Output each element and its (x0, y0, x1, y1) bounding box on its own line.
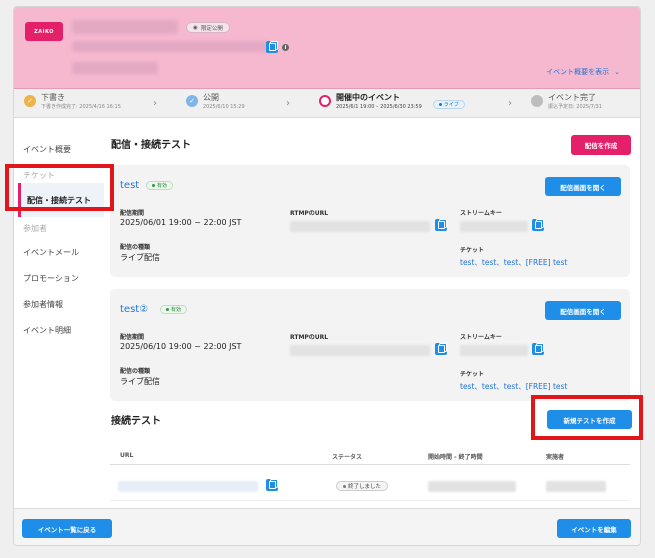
info-icon[interactable]: i (282, 44, 289, 51)
create-stream-button[interactable]: 配信を作成 (571, 135, 631, 155)
stream-key-label: ストリームキー (460, 334, 502, 341)
edit-event-button[interactable]: イベントを編集 (557, 519, 631, 538)
sidebar-item-statement[interactable]: イベント明細 (23, 325, 71, 336)
check-icon: ✓ (186, 95, 198, 107)
test-time-redacted (428, 481, 516, 492)
pending-icon (531, 95, 543, 107)
highlight-box-sidebar (5, 164, 114, 211)
status-badge: 有効 (146, 181, 174, 190)
period-label: 配信期間 (120, 334, 145, 341)
copy-test-url-button[interactable] (266, 479, 278, 491)
step-live-sub: 2025/6/1 19:00 – 2025/6/30 23:59 (336, 104, 422, 110)
step-complete-sub: 振込予定日: 2025/7/31 (548, 104, 602, 110)
type-value: ライブ配信 (120, 377, 160, 386)
rtmp-label: RTMPのURL (290, 210, 329, 217)
copy-key-button[interactable] (532, 219, 544, 231)
step-draft: ✓ 下書き 下書き作成完了: 2025/4/16 16:15 (24, 92, 121, 111)
page-title: 配信・接続テスト (111, 140, 191, 151)
step-publish: ✓ 公開 2025/6/10 15:29 (186, 92, 245, 111)
ticket-links[interactable]: test、test、test、[FREE] test (460, 381, 567, 392)
page-footer: イベント一覧に戻る イベントを編集 (14, 508, 640, 545)
chevron-down-icon: ⌄ (614, 68, 620, 76)
type-label: 配信の種類 (120, 244, 151, 251)
stream-panel: test 有効 配信画面を開く 配信期間 2025/06/01 19:00 ~ … (110, 165, 630, 277)
stream-key-redacted (460, 221, 528, 232)
open-stream-button[interactable]: 配信画面を開く (545, 301, 621, 320)
event-meta-redacted (72, 62, 158, 74)
type-value: ライブ配信 (120, 253, 160, 262)
stream-name-link[interactable]: test (120, 180, 139, 191)
copy-rtmp-button[interactable] (435, 343, 447, 355)
event-header: ZAIKO ◉ 限定公開 i イベント概要を表示 ⌄ (14, 7, 640, 89)
step-live-title: 開催中のイベント (336, 93, 400, 102)
highlight-box-new-test (531, 395, 643, 440)
step-live: 開催中のイベント 2025/6/1 19:00 – 2025/6/30 23:5… (319, 92, 465, 111)
sidebar-item-overview[interactable]: イベント概要 (23, 144, 71, 155)
sidebar-item-promotion[interactable]: プロモーション (23, 273, 79, 284)
stream-panel: test② 有効 配信画面を開く 配信期間 2025/06/10 19:00 ~… (110, 289, 630, 401)
copy-rtmp-button[interactable] (435, 219, 447, 231)
open-stream-button[interactable]: 配信画面を開く (545, 177, 621, 196)
period-label: 配信期間 (120, 210, 145, 217)
live-badge: ライブ (432, 100, 465, 109)
step-draft-title: 下書き (41, 93, 65, 102)
period-value: 2025/06/01 19:00 ~ 22:00 JST (120, 218, 242, 227)
step-publish-title: 公開 (203, 93, 219, 102)
sidebar-item-event-mail[interactable]: イベントメール (23, 247, 79, 258)
rtmp-url-redacted (290, 345, 430, 356)
event-card: ZAIKO ◉ 限定公開 i イベント概要を表示 ⌄ ✓ 下書き 下書き作成完了… (13, 6, 641, 546)
chevron-right-icon: › (508, 98, 512, 109)
chevron-right-icon: › (286, 98, 290, 109)
step-complete: イベント完了 振込予定日: 2025/7/31 (531, 92, 602, 111)
column-time: 開始時間 - 終了時間 (428, 454, 483, 461)
sidebar-item-participants[interactable]: 参加者 (23, 223, 47, 234)
copy-url-button[interactable] (266, 41, 278, 53)
stream-name-link[interactable]: test② (120, 304, 148, 315)
eye-icon: ◉ (193, 24, 198, 31)
column-url: URL (120, 452, 134, 459)
check-icon: ✓ (24, 95, 36, 107)
event-stepper: ✓ 下書き 下書き作成完了: 2025/4/16 16:15 › ✓ 公開 20… (14, 89, 640, 118)
column-operator: 実施者 (546, 454, 565, 461)
stream-key-label: ストリームキー (460, 210, 502, 217)
status-badge: 有効 (160, 305, 188, 314)
show-summary-link[interactable]: イベント概要を表示 ⌄ (546, 67, 620, 77)
ticket-label: チケット (460, 371, 485, 378)
period-value: 2025/06/10 19:00 ~ 22:00 JST (120, 342, 242, 351)
visibility-badge-label: 限定公開 (200, 25, 223, 32)
chevron-right-icon: › (153, 98, 157, 109)
sidebar-item-attendee-info[interactable]: 参加者情報 (23, 299, 63, 310)
copy-key-button[interactable] (532, 343, 544, 355)
step-draft-sub: 下書き作成完了: 2025/4/16 16:15 (41, 104, 121, 110)
event-title-redacted (72, 20, 178, 34)
show-summary-label: イベント概要を表示 (546, 68, 610, 76)
step-complete-title: イベント完了 (548, 93, 596, 102)
back-to-events-button[interactable]: イベント一覧に戻る (22, 519, 112, 538)
test-url-redacted (118, 481, 258, 492)
connection-table-header: URL ステータス 開始時間 - 終了時間 実施者 (110, 447, 630, 465)
test-operator-redacted (546, 481, 606, 492)
table-row: 終了しました (110, 471, 630, 501)
ticket-links[interactable]: test、test、test、[FREE] test (460, 257, 567, 268)
rtmp-url-redacted (290, 221, 430, 232)
rtmp-label: RTMPのURL (290, 334, 329, 341)
visibility-badge: ◉ 限定公開 (186, 22, 230, 33)
ticket-label: チケット (460, 247, 485, 254)
event-logo: ZAIKO (25, 22, 63, 41)
stream-key-redacted (460, 345, 528, 356)
type-label: 配信の種類 (120, 368, 151, 375)
status-badge: 終了しました (336, 481, 389, 491)
connection-test-title: 接続テスト (111, 416, 161, 427)
step-publish-sub: 2025/6/10 15:29 (203, 104, 245, 110)
event-url-redacted (72, 41, 268, 52)
column-status: ステータス (332, 454, 363, 461)
active-step-icon (319, 95, 331, 107)
